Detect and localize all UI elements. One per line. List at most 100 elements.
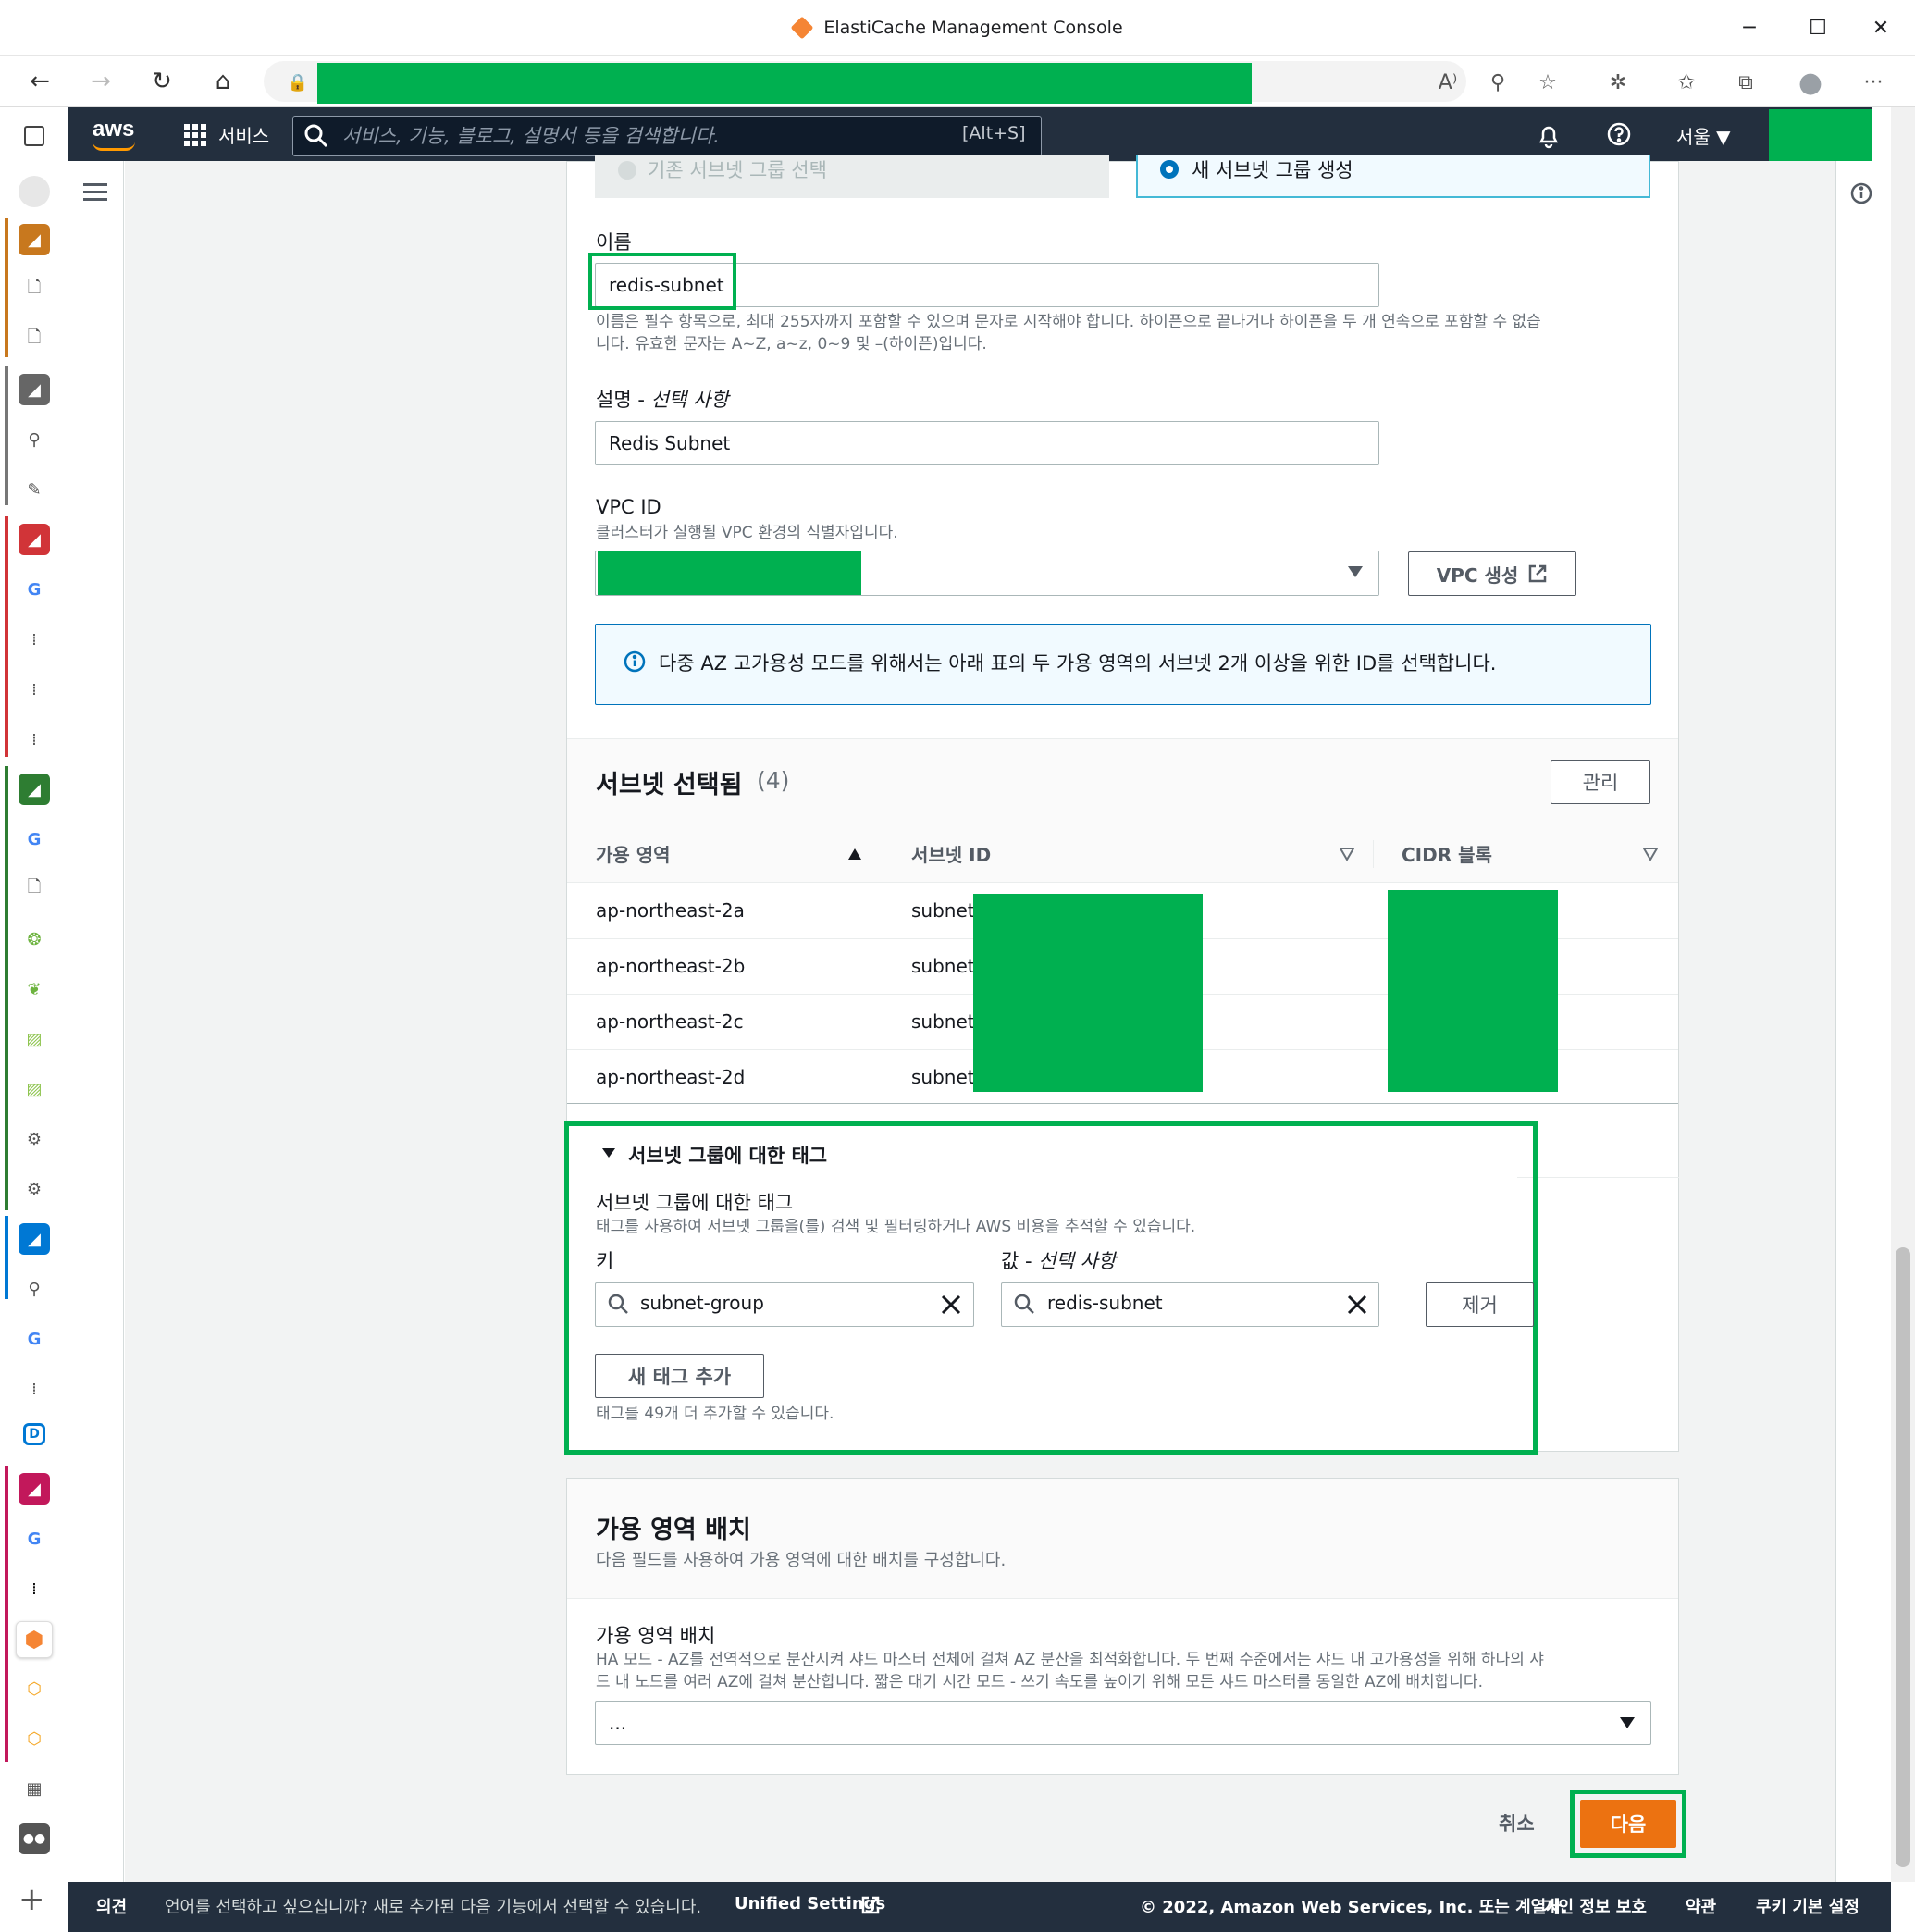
scrollbar-thumb[interactable] bbox=[1896, 1247, 1910, 1867]
description-input[interactable]: Redis Subnet bbox=[595, 421, 1379, 465]
vpc-create-button[interactable]: VPC 생성 bbox=[1408, 551, 1576, 596]
tag-key-label: 키 bbox=[596, 1250, 614, 1272]
caret-down-icon[interactable] bbox=[601, 1147, 616, 1158]
maximize-button[interactable]: ☐ bbox=[1802, 13, 1834, 43]
region-selector[interactable]: 서울 ▼ bbox=[1676, 122, 1731, 149]
tab-group-green-icon[interactable]: ◢ bbox=[19, 774, 50, 805]
account-menu-redacted[interactable] bbox=[1769, 109, 1872, 161]
calendar-tab-icon[interactable]: ▦ bbox=[19, 1773, 50, 1804]
home-button[interactable]: ⌂ bbox=[204, 63, 242, 100]
new-tab-plus-icon[interactable]: + bbox=[19, 1881, 45, 1918]
search-tab-icon[interactable]: ⚲ bbox=[19, 1273, 50, 1305]
column-header-az[interactable]: 가용 영역 bbox=[596, 840, 671, 867]
document-tab-icon[interactable]: 🗋 bbox=[19, 274, 50, 305]
collections-icon[interactable]: ⧉ bbox=[1730, 68, 1761, 97]
minimize-button[interactable]: ─ bbox=[1734, 13, 1765, 43]
tab-group-blue-icon[interactable]: ◢ bbox=[19, 1223, 50, 1255]
column-header-subnet-id[interactable]: 서브넷 ID bbox=[911, 840, 991, 867]
tab-group-gray-icon[interactable]: ◢ bbox=[19, 374, 50, 405]
vpc-id-label: VPC ID bbox=[596, 496, 661, 518]
dots-tab-icon[interactable]: ⁞ bbox=[19, 724, 50, 755]
elasticache-active-tab-icon[interactable]: ⬢ bbox=[16, 1621, 53, 1658]
sort-icon[interactable] bbox=[1643, 848, 1658, 861]
more-menu-icon[interactable]: ··· bbox=[1858, 68, 1889, 97]
az-placement-hint-1: HA 모드 - AZ를 전역적으로 분산시켜 샤드 마스터 전체에 걸쳐 AZ … bbox=[596, 1651, 1544, 1669]
favorites-icon[interactable]: ✩ bbox=[1671, 68, 1702, 97]
profile-switch-icon[interactable]: ⚲ bbox=[1482, 68, 1513, 97]
az-placement-select[interactable]: ... bbox=[595, 1701, 1651, 1745]
search-tab-icon[interactable]: ⚲ bbox=[19, 424, 50, 455]
lock-icon[interactable]: 🔒 bbox=[282, 68, 314, 97]
profile-avatar-icon[interactable]: ● bbox=[1795, 67, 1826, 99]
close-window-button[interactable]: ✕ bbox=[1865, 13, 1896, 43]
remove-tag-button[interactable]: 제거 bbox=[1426, 1282, 1534, 1327]
cookie-preferences-link[interactable]: 쿠키 기본 설정 bbox=[1756, 1894, 1859, 1918]
aws-cube-tab-icon[interactable]: ⬡ bbox=[19, 1723, 50, 1754]
read-aloud-icon[interactable]: A⁾ bbox=[1432, 68, 1464, 97]
tab-group-red-icon[interactable]: ◢ bbox=[19, 524, 50, 555]
sort-icon[interactable] bbox=[1340, 848, 1354, 861]
google-tab-icon[interactable]: G bbox=[19, 824, 50, 855]
back-button[interactable]: ← bbox=[20, 63, 59, 100]
services-menu-label[interactable]: 서비스 bbox=[218, 121, 269, 148]
tab-actions-icon[interactable] bbox=[24, 126, 44, 146]
d-app-tab-icon[interactable]: D bbox=[23, 1423, 45, 1445]
notifications-bell-icon[interactable] bbox=[1536, 123, 1562, 149]
caret-down-icon bbox=[1619, 1716, 1636, 1729]
cancel-button[interactable]: 취소 bbox=[1499, 1809, 1535, 1837]
leaf-tab-icon[interactable]: ❦ bbox=[19, 973, 50, 1005]
tab-group-indicator bbox=[5, 1216, 8, 1299]
forward-button[interactable]: → bbox=[81, 63, 120, 100]
terms-link[interactable]: 약관 bbox=[1686, 1894, 1716, 1918]
aws-logo[interactable]: aws bbox=[93, 117, 134, 142]
table-row-az: ap-northeast-2b bbox=[596, 955, 746, 977]
clear-value-icon[interactable] bbox=[1346, 1294, 1368, 1316]
tab-group-indicator bbox=[5, 516, 8, 757]
radio-existing-dot[interactable] bbox=[618, 161, 636, 180]
manage-subnets-button[interactable]: 관리 bbox=[1551, 760, 1650, 804]
hamburger-menu-icon[interactable] bbox=[83, 182, 107, 203]
image-tab-icon[interactable]: ▨ bbox=[19, 1073, 50, 1105]
next-button[interactable]: 다음 bbox=[1580, 1800, 1676, 1848]
radio-selected-dot[interactable] bbox=[1160, 160, 1179, 179]
column-header-cidr[interactable]: CIDR 블록 bbox=[1402, 840, 1492, 867]
clear-key-icon[interactable] bbox=[940, 1294, 962, 1316]
image-tab-icon[interactable]: ▨ bbox=[19, 1023, 50, 1055]
tab-favicon-icon[interactable] bbox=[19, 176, 50, 207]
spring-tab-icon[interactable]: ❂ bbox=[19, 923, 50, 955]
tab-group-pink-icon[interactable]: ◢ bbox=[19, 1473, 50, 1505]
info-panel-icon[interactable] bbox=[1849, 181, 1873, 205]
services-grid-icon[interactable] bbox=[183, 123, 207, 147]
window-title-wrap: ElastiCache Management Console bbox=[0, 0, 1915, 56]
dots-tab-icon[interactable]: ⁞ bbox=[19, 674, 50, 705]
document-tab-icon[interactable]: 🗋 bbox=[19, 324, 50, 355]
medium-tab-icon[interactable]: ●● bbox=[19, 1823, 50, 1854]
table-header-row bbox=[567, 827, 1678, 883]
pen-tab-icon[interactable]: ✎ bbox=[19, 474, 50, 505]
info-alert-text: 다중 AZ 고가용성 모드를 위해서는 아래 표의 두 가용 영역의 서브넷 2… bbox=[659, 652, 1497, 675]
dots-tab-icon[interactable]: ⁞ bbox=[19, 1373, 50, 1405]
feedback-link[interactable]: 의견 bbox=[96, 1894, 127, 1918]
extensions-icon[interactable]: ✲ bbox=[1602, 68, 1634, 97]
add-favorite-icon[interactable]: ☆ bbox=[1532, 68, 1563, 97]
tags-divider bbox=[1517, 1177, 1679, 1178]
google-tab-icon[interactable]: G bbox=[19, 574, 50, 605]
refresh-button[interactable]: ↻ bbox=[142, 63, 181, 100]
tab-group-orange-icon[interactable]: ◢ bbox=[19, 224, 50, 255]
table-bottom-border bbox=[567, 1103, 1678, 1104]
aws-cube-tab-icon[interactable]: ⬡ bbox=[19, 1673, 50, 1704]
gear-tab-icon[interactable]: ⚙ bbox=[19, 1173, 50, 1205]
dots-tab-icon[interactable]: ⁞ bbox=[19, 1573, 50, 1604]
name-highlight-box bbox=[588, 253, 736, 310]
google-tab-icon[interactable]: G bbox=[19, 1323, 50, 1355]
add-new-tag-button[interactable]: 새 태그 추가 bbox=[595, 1354, 764, 1398]
google-tab-icon[interactable]: G bbox=[19, 1523, 50, 1554]
tags-section-toggle[interactable]: 서브넷 그룹에 대한 태그 bbox=[628, 1141, 827, 1169]
help-icon[interactable] bbox=[1606, 121, 1632, 147]
dots-tab-icon[interactable]: ⁞ bbox=[19, 624, 50, 655]
gear-tab-icon[interactable]: ⚙ bbox=[19, 1123, 50, 1155]
privacy-link[interactable]: 개인 정보 보호 bbox=[1543, 1894, 1647, 1918]
sort-ascending-icon[interactable] bbox=[847, 848, 862, 861]
document-tab-icon[interactable]: 🗋 bbox=[19, 873, 50, 905]
description-label-text: 설명 - bbox=[596, 389, 651, 411]
